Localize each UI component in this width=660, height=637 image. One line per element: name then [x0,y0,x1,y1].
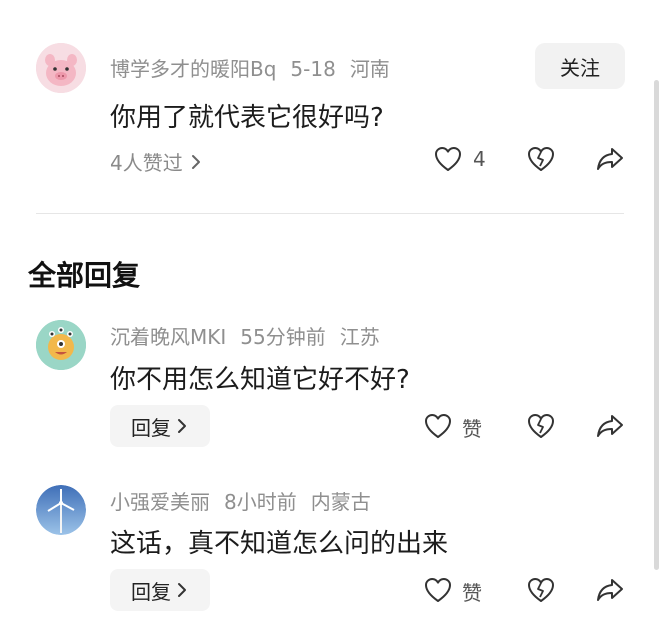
follow-button[interactable]: 关注 [535,43,625,89]
reply-dislike-button[interactable] [527,413,555,439]
reply-like-label: 赞 [462,581,482,605]
reply-time: 55分钟前 [240,325,326,349]
heart-icon [425,414,451,438]
reply-meta: 沉着晚风MKI 55分钟前 江苏 [110,321,394,350]
reply-time: 8小时前 [224,490,297,514]
chevron-right-icon [178,583,186,597]
reply-like-button[interactable] [424,577,452,603]
reply-location: 内蒙古 [310,490,371,514]
reply-author-avatar[interactable] [36,485,86,535]
heart-icon [425,578,451,602]
reply-location: 江苏 [339,325,380,349]
broken-heart-icon [528,578,554,602]
post-like-button[interactable] [434,146,462,172]
reply-username[interactable]: 沉着晚风MKI [110,325,226,349]
share-arrow-icon [597,148,623,170]
divider [36,213,624,214]
post-author-avatar[interactable] [36,43,86,93]
share-arrow-icon [597,579,623,601]
scrollbar[interactable] [654,80,659,570]
reply-like-label: 赞 [462,417,482,441]
reply-like-button[interactable] [424,413,452,439]
post-date: 5-18 [290,57,336,81]
reply-username[interactable]: 小强爱美丽 [110,490,210,514]
reply-button[interactable]: 回复 [110,569,210,611]
post-username[interactable]: 博学多才的暖阳Bq [110,57,276,81]
post-dislike-button[interactable] [527,146,555,172]
heart-icon [435,147,461,171]
reply-text: 这话，真不知道怎么问的出来 [110,529,449,559]
post-share-button[interactable] [596,146,624,172]
chevron-right-icon [178,419,186,433]
likers-label: 4人赞过 [110,151,183,175]
broken-heart-icon [528,147,554,171]
broken-heart-icon [528,414,554,438]
reply-author-avatar[interactable] [36,320,86,370]
reply-share-button[interactable] [596,577,624,603]
reply-button[interactable]: 回复 [110,405,210,447]
share-arrow-icon [597,415,623,437]
replies-section-title: 全部回复 [28,259,141,292]
post-like-count: 4 [473,147,486,171]
reply-meta: 小强爱美丽 8小时前 内蒙古 [110,486,385,515]
post-text: 你用了就代表它很好吗? [110,103,384,133]
reply-button-label: 回复 [131,579,171,604]
reply-dislike-button[interactable] [527,577,555,603]
post-location: 河南 [349,57,390,81]
post-meta: 博学多才的暖阳Bq 5-18 河南 [110,53,404,82]
chevron-right-icon [191,154,200,169]
likers-link[interactable]: 4人赞过 [110,147,203,176]
reply-text: 你不用怎么知道它好不好? [110,365,410,395]
reply-button-label: 回复 [131,415,171,440]
reply-share-button[interactable] [596,413,624,439]
